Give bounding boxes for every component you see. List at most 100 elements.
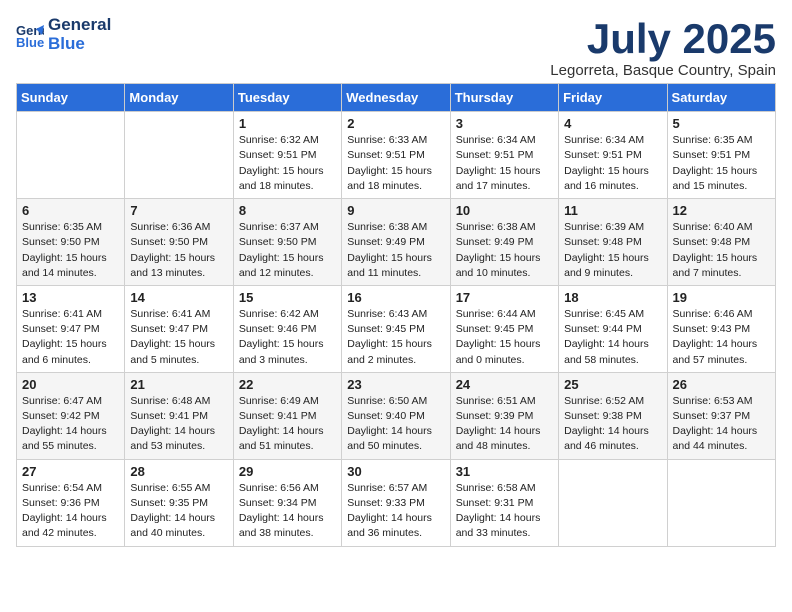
day-info: Sunrise: 6:36 AM Sunset: 9:50 PM Dayligh… bbox=[130, 220, 227, 281]
calendar-cell: 22 Sunrise: 6:49 AM Sunset: 9:41 PM Dayli… bbox=[233, 372, 341, 459]
calendar-cell: 23 Sunrise: 6:50 AM Sunset: 9:40 PM Dayli… bbox=[342, 372, 450, 459]
calendar-cell: 17 Sunrise: 6:44 AM Sunset: 9:45 PM Dayli… bbox=[450, 285, 558, 372]
calendar-cell: 14 Sunrise: 6:41 AM Sunset: 9:47 PM Dayli… bbox=[125, 285, 233, 372]
calendar-week-3: 13 Sunrise: 6:41 AM Sunset: 9:47 PM Dayli… bbox=[17, 285, 776, 372]
day-info: Sunrise: 6:58 AM Sunset: 9:31 PM Dayligh… bbox=[456, 481, 553, 542]
day-number: 1 bbox=[239, 116, 336, 131]
day-info: Sunrise: 6:41 AM Sunset: 9:47 PM Dayligh… bbox=[22, 307, 119, 368]
calendar-cell: 28Sunrise: 6:55 AM Sunset: 9:35 PM Dayli… bbox=[125, 459, 233, 546]
calendar-header-row: SundayMondayTuesdayWednesdayThursdayFrid… bbox=[17, 84, 776, 112]
day-header-monday: Monday bbox=[125, 84, 233, 112]
day-info: Sunrise: 6:34 AM Sunset: 9:51 PM Dayligh… bbox=[456, 133, 553, 194]
day-info: Sunrise: 6:37 AM Sunset: 9:50 PM Dayligh… bbox=[239, 220, 336, 281]
day-info: Sunrise: 6:41 AM Sunset: 9:47 PM Dayligh… bbox=[130, 307, 227, 368]
day-info: Sunrise: 6:54 AM Sunset: 9:36 PM Dayligh… bbox=[22, 481, 119, 542]
day-info: Sunrise: 6:35 AM Sunset: 9:50 PM Dayligh… bbox=[22, 220, 119, 281]
calendar-body: 1 Sunrise: 6:32 AM Sunset: 9:51 PM Daylig… bbox=[17, 112, 776, 546]
day-number: 27 bbox=[22, 464, 119, 479]
day-number: 23 bbox=[347, 377, 444, 392]
calendar-cell: 7 Sunrise: 6:36 AM Sunset: 9:50 PM Daylig… bbox=[125, 199, 233, 286]
day-number: 13 bbox=[22, 290, 119, 305]
day-info: Sunrise: 6:51 AM Sunset: 9:39 PM Dayligh… bbox=[456, 394, 553, 455]
day-info: Sunrise: 6:44 AM Sunset: 9:45 PM Dayligh… bbox=[456, 307, 553, 368]
day-info: Sunrise: 6:32 AM Sunset: 9:51 PM Dayligh… bbox=[239, 133, 336, 194]
svg-text:Blue: Blue bbox=[16, 35, 44, 49]
day-info: Sunrise: 6:38 AM Sunset: 9:49 PM Dayligh… bbox=[456, 220, 553, 281]
calendar-cell: 10 Sunrise: 6:38 AM Sunset: 9:49 PM Dayli… bbox=[450, 199, 558, 286]
day-header-thursday: Thursday bbox=[450, 84, 558, 112]
day-number: 18 bbox=[564, 290, 661, 305]
day-info: Sunrise: 6:39 AM Sunset: 9:48 PM Dayligh… bbox=[564, 220, 661, 281]
location-subtitle: Legorreta, Basque Country, Spain bbox=[550, 62, 776, 79]
day-number: 25 bbox=[564, 377, 661, 392]
day-number: 19 bbox=[673, 290, 770, 305]
calendar-cell: 21Sunrise: 6:48 AM Sunset: 9:41 PM Dayli… bbox=[125, 372, 233, 459]
logo-icon: General Blue bbox=[16, 21, 44, 49]
calendar-cell: 8 Sunrise: 6:37 AM Sunset: 9:50 PM Daylig… bbox=[233, 199, 341, 286]
day-info: Sunrise: 6:35 AM Sunset: 9:51 PM Dayligh… bbox=[673, 133, 770, 194]
calendar-cell: 5 Sunrise: 6:35 AM Sunset: 9:51 PM Daylig… bbox=[667, 112, 775, 199]
day-info: Sunrise: 6:47 AM Sunset: 9:42 PM Dayligh… bbox=[22, 394, 119, 455]
day-number: 29 bbox=[239, 464, 336, 479]
calendar-cell: 13 Sunrise: 6:41 AM Sunset: 9:47 PM Dayli… bbox=[17, 285, 125, 372]
calendar-cell: 18 Sunrise: 6:45 AM Sunset: 9:44 PM Dayli… bbox=[559, 285, 667, 372]
day-info: Sunrise: 6:45 AM Sunset: 9:44 PM Dayligh… bbox=[564, 307, 661, 368]
calendar-cell: 27 Sunrise: 6:54 AM Sunset: 9:36 PM Dayli… bbox=[17, 459, 125, 546]
day-info: Sunrise: 6:57 AM Sunset: 9:33 PM Dayligh… bbox=[347, 481, 444, 542]
day-number: 30 bbox=[347, 464, 444, 479]
day-number: 17 bbox=[456, 290, 553, 305]
calendar-cell bbox=[17, 112, 125, 199]
day-number: 7 bbox=[130, 203, 227, 218]
calendar-cell: 3 Sunrise: 6:34 AM Sunset: 9:51 PM Daylig… bbox=[450, 112, 558, 199]
calendar-cell: 20 Sunrise: 6:47 AM Sunset: 9:42 PM Dayli… bbox=[17, 372, 125, 459]
day-number: 21 bbox=[130, 377, 227, 392]
day-number: 10 bbox=[456, 203, 553, 218]
day-info: Sunrise: 6:49 AM Sunset: 9:41 PM Dayligh… bbox=[239, 394, 336, 455]
calendar-cell: 2Sunrise: 6:33 AM Sunset: 9:51 PM Daylig… bbox=[342, 112, 450, 199]
day-number: 5 bbox=[673, 116, 770, 131]
calendar-cell: 31 Sunrise: 6:58 AM Sunset: 9:31 PM Dayli… bbox=[450, 459, 558, 546]
day-number: 14 bbox=[130, 290, 227, 305]
calendar-cell: 9 Sunrise: 6:38 AM Sunset: 9:49 PM Daylig… bbox=[342, 199, 450, 286]
calendar-week-2: 6 Sunrise: 6:35 AM Sunset: 9:50 PM Daylig… bbox=[17, 199, 776, 286]
calendar-cell: 16Sunrise: 6:43 AM Sunset: 9:45 PM Dayli… bbox=[342, 285, 450, 372]
title-block: July 2025 Legorreta, Basque Country, Spa… bbox=[550, 16, 776, 79]
day-number: 9 bbox=[347, 203, 444, 218]
day-header-tuesday: Tuesday bbox=[233, 84, 341, 112]
calendar-cell: 26Sunrise: 6:53 AM Sunset: 9:37 PM Dayli… bbox=[667, 372, 775, 459]
day-info: Sunrise: 6:38 AM Sunset: 9:49 PM Dayligh… bbox=[347, 220, 444, 281]
calendar-cell: 11Sunrise: 6:39 AM Sunset: 9:48 PM Dayli… bbox=[559, 199, 667, 286]
calendar-cell: 30 Sunrise: 6:57 AM Sunset: 9:33 PM Dayli… bbox=[342, 459, 450, 546]
day-header-saturday: Saturday bbox=[667, 84, 775, 112]
calendar-cell: 6 Sunrise: 6:35 AM Sunset: 9:50 PM Daylig… bbox=[17, 199, 125, 286]
day-header-sunday: Sunday bbox=[17, 84, 125, 112]
day-number: 3 bbox=[456, 116, 553, 131]
calendar-week-4: 20 Sunrise: 6:47 AM Sunset: 9:42 PM Dayli… bbox=[17, 372, 776, 459]
day-number: 8 bbox=[239, 203, 336, 218]
calendar-cell: 25 Sunrise: 6:52 AM Sunset: 9:38 PM Dayli… bbox=[559, 372, 667, 459]
calendar-cell: 19 Sunrise: 6:46 AM Sunset: 9:43 PM Dayli… bbox=[667, 285, 775, 372]
calendar-cell: 1 Sunrise: 6:32 AM Sunset: 9:51 PM Daylig… bbox=[233, 112, 341, 199]
month-title: July 2025 bbox=[550, 16, 776, 62]
calendar-cell: 24Sunrise: 6:51 AM Sunset: 9:39 PM Dayli… bbox=[450, 372, 558, 459]
day-number: 16 bbox=[347, 290, 444, 305]
logo-line1: General bbox=[48, 16, 111, 35]
day-info: Sunrise: 6:52 AM Sunset: 9:38 PM Dayligh… bbox=[564, 394, 661, 455]
day-info: Sunrise: 6:53 AM Sunset: 9:37 PM Dayligh… bbox=[673, 394, 770, 455]
calendar-week-5: 27 Sunrise: 6:54 AM Sunset: 9:36 PM Dayli… bbox=[17, 459, 776, 546]
day-info: Sunrise: 6:50 AM Sunset: 9:40 PM Dayligh… bbox=[347, 394, 444, 455]
day-info: Sunrise: 6:56 AM Sunset: 9:34 PM Dayligh… bbox=[239, 481, 336, 542]
day-number: 20 bbox=[22, 377, 119, 392]
day-info: Sunrise: 6:46 AM Sunset: 9:43 PM Dayligh… bbox=[673, 307, 770, 368]
day-number: 4 bbox=[564, 116, 661, 131]
page-header: General Blue General Blue July 2025 Lego… bbox=[16, 16, 776, 79]
day-number: 12 bbox=[673, 203, 770, 218]
calendar-cell: 29 Sunrise: 6:56 AM Sunset: 9:34 PM Dayli… bbox=[233, 459, 341, 546]
logo: General Blue General Blue bbox=[16, 16, 111, 53]
day-number: 22 bbox=[239, 377, 336, 392]
calendar-table: SundayMondayTuesdayWednesdayThursdayFrid… bbox=[16, 83, 776, 546]
day-number: 6 bbox=[22, 203, 119, 218]
day-number: 31 bbox=[456, 464, 553, 479]
day-number: 28 bbox=[130, 464, 227, 479]
calendar-cell bbox=[125, 112, 233, 199]
